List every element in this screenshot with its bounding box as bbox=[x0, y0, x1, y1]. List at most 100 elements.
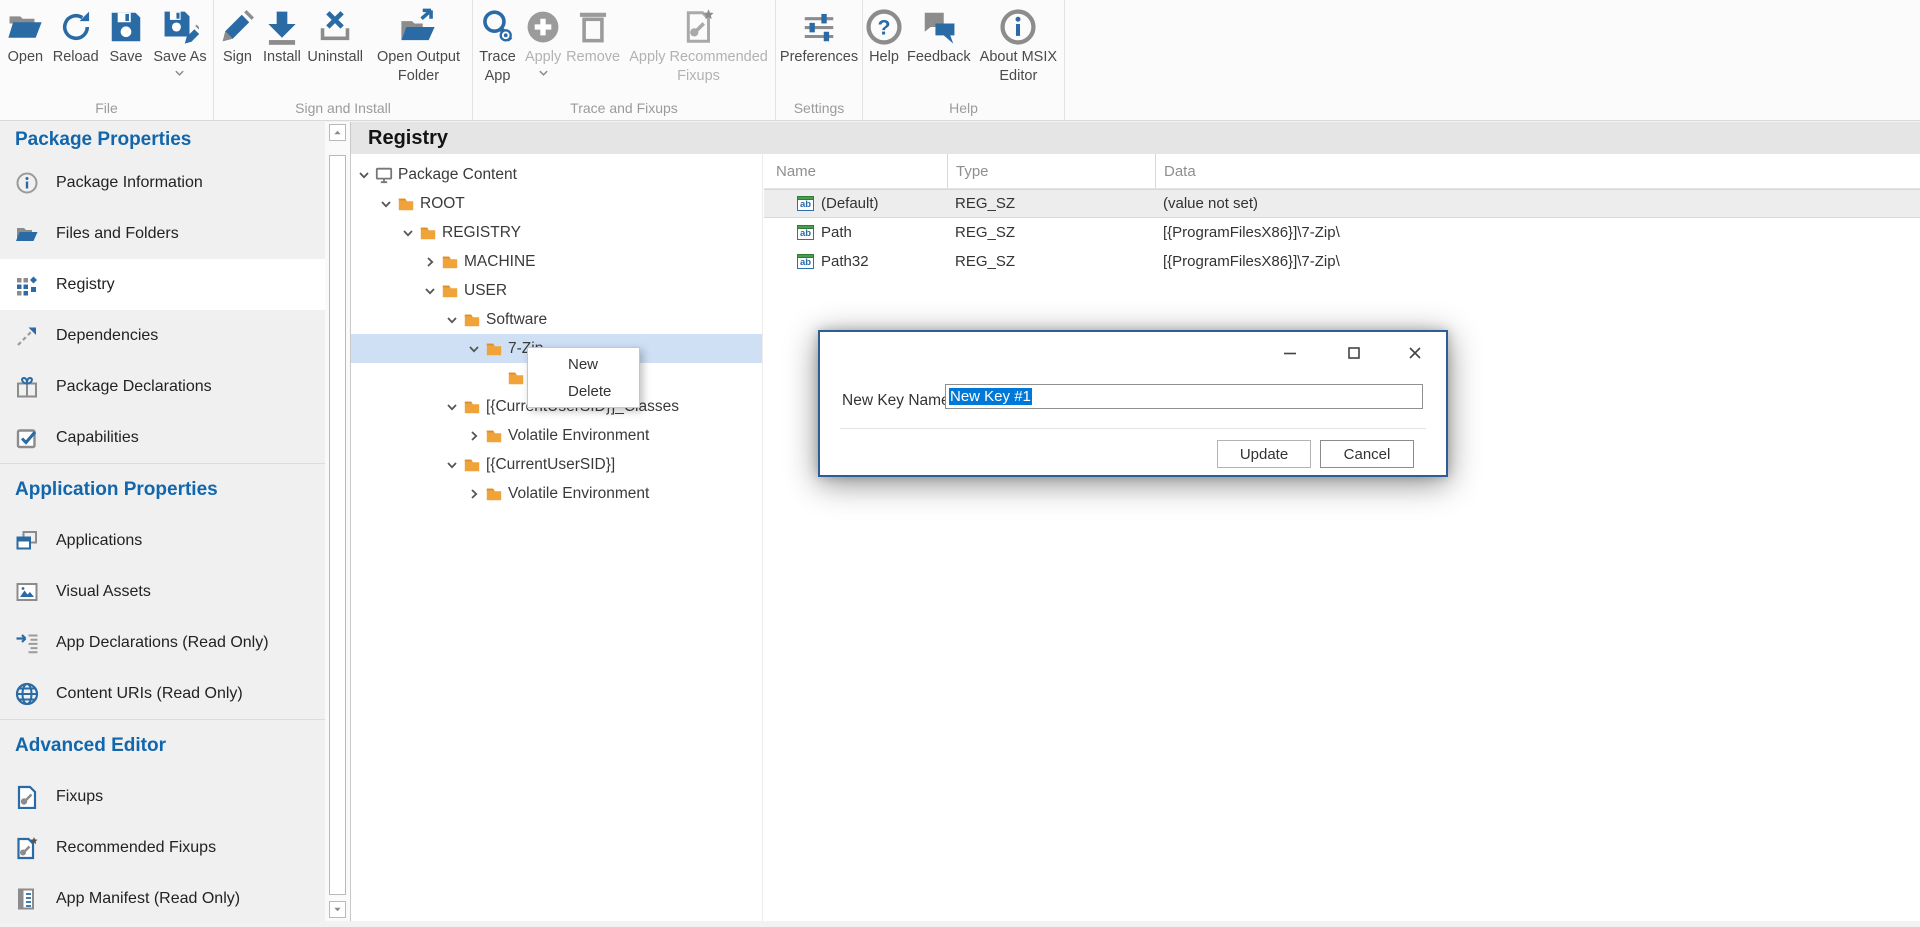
toolbar-button-install[interactable]: Install bbox=[261, 8, 303, 67]
sidebar-item-visual-assets[interactable]: Visual Assets bbox=[0, 566, 325, 617]
sidebar-item-registry[interactable]: Registry bbox=[0, 259, 325, 310]
trace-app-icon bbox=[479, 8, 517, 46]
toolbar-button-label: Trace App bbox=[475, 48, 520, 86]
toolbar-button-label: Open bbox=[8, 48, 43, 67]
toolbar-group-trace-and-fixups: Trace AppApplyRemoveApply Recommended Fi… bbox=[473, 0, 776, 120]
maximize-icon[interactable] bbox=[1344, 343, 1364, 363]
chevron-down-icon[interactable] bbox=[467, 342, 481, 356]
page-title: Registry bbox=[368, 127, 448, 150]
sidebar-item-label: Package Declarations bbox=[56, 378, 212, 396]
save-icon bbox=[107, 8, 145, 46]
chevron-down-icon[interactable] bbox=[445, 313, 459, 327]
tree-item-user-4[interactable]: USER bbox=[351, 276, 762, 305]
chevron-down-icon[interactable] bbox=[401, 226, 415, 240]
column-header-name[interactable]: Name bbox=[764, 154, 947, 188]
tree-item-software-5[interactable]: Software bbox=[351, 305, 762, 334]
toolbar-group-label: File bbox=[0, 100, 213, 116]
toolbar-group-settings: PreferencesSettings bbox=[776, 0, 863, 120]
sidebar-item-capabilities[interactable]: Capabilities bbox=[0, 412, 325, 463]
tree-item-root-1[interactable]: ROOT bbox=[351, 189, 762, 218]
update-button[interactable]: Update bbox=[1217, 440, 1311, 468]
scroll-up-button[interactable] bbox=[329, 124, 346, 141]
value-type: REG_SZ bbox=[947, 253, 1155, 270]
toolbar-button-remove[interactable]: Remove bbox=[564, 8, 622, 67]
toolbar-button-save[interactable]: Save bbox=[105, 8, 147, 67]
scrollbar-thumb[interactable] bbox=[329, 155, 346, 895]
tree-item-machine-3[interactable]: MACHINE bbox=[351, 247, 762, 276]
sidebar-item-fixups[interactable]: Fixups bbox=[0, 771, 325, 822]
toolbar-button-help[interactable]: ?Help bbox=[863, 8, 905, 67]
column-header-data[interactable]: Data bbox=[1155, 154, 1920, 188]
cancel-button[interactable]: Cancel bbox=[1320, 440, 1414, 468]
toolbar-button-apply-recommended-fixups[interactable]: Apply Recommended Fixups bbox=[622, 8, 775, 86]
sidebar-item-applications[interactable]: Applications bbox=[0, 515, 325, 566]
chevron-down-icon[interactable] bbox=[357, 168, 371, 182]
toolbar-button-uninstall[interactable]: Uninstall bbox=[305, 8, 365, 67]
toolbar-button-open-output-folder[interactable]: Open Output Folder bbox=[367, 8, 469, 86]
sidebar-item-content-uris-read-only[interactable]: Content URIs (Read Only) bbox=[0, 668, 325, 719]
tree-item-volatile-environment-11[interactable]: Volatile Environment bbox=[351, 479, 762, 508]
uninstall-icon bbox=[316, 8, 354, 46]
chevron-down-icon[interactable] bbox=[445, 458, 459, 472]
sidebar-item-app-declarations-read-only[interactable]: App Declarations (Read Only) bbox=[0, 617, 325, 668]
toolbar-group-help: ?HelpFeedbackAbout MSIX EditorHelp bbox=[863, 0, 1065, 120]
close-icon[interactable] bbox=[1405, 343, 1425, 363]
scroll-down-button[interactable] bbox=[329, 901, 346, 918]
tree-folder-icon bbox=[485, 340, 503, 358]
content-uris-icon bbox=[15, 682, 39, 706]
sidebar-item-recommended-fixups[interactable]: Recommended Fixups bbox=[0, 822, 325, 873]
context-menu-item-delete[interactable]: Delete bbox=[528, 378, 639, 405]
toolbar-group-sign-and-install: SignInstallUninstallOpen Output FolderSi… bbox=[214, 0, 473, 120]
tree-item-package-content-0[interactable]: Package Content bbox=[351, 160, 762, 189]
chevron-down-icon[interactable] bbox=[445, 400, 459, 414]
toolbar-button-label: Install bbox=[263, 48, 301, 67]
tree-item-volatile-environment-9[interactable]: Volatile Environment bbox=[351, 421, 762, 450]
sign-pencil-icon bbox=[218, 8, 256, 46]
sidebar-item-label: App Declarations (Read Only) bbox=[56, 634, 269, 652]
sidebar-item-package-declarations[interactable]: Package Declarations bbox=[0, 361, 325, 412]
sidebar-item-files-and-folders[interactable]: Files and Folders bbox=[0, 208, 325, 259]
registry-icon bbox=[15, 273, 39, 297]
sidebar-item-label: Content URIs (Read Only) bbox=[56, 685, 243, 703]
tree-folder-icon bbox=[485, 427, 503, 445]
preferences-sliders-icon bbox=[800, 8, 838, 46]
new-key-name-input[interactable]: New Key #1 bbox=[945, 384, 1423, 409]
sidebar-item-app-manifest-read-only[interactable]: App Manifest (Read Only) bbox=[0, 873, 325, 922]
toolbar-button-feedback[interactable]: Feedback bbox=[905, 8, 973, 67]
toolbar-button-about-msix-editor[interactable]: About MSIX Editor bbox=[973, 8, 1064, 86]
toolbar-button-save-as[interactable]: Save As bbox=[151, 8, 208, 77]
sidebar-item-label: Visual Assets bbox=[56, 583, 151, 601]
tree-item-currentusersid-10[interactable]: [{CurrentUserSID}] bbox=[351, 450, 762, 479]
table-row-path[interactable]: abPathREG_SZ[{ProgramFilesX86}]\7-Zip\ bbox=[764, 218, 1920, 247]
tree-item-label: [{CurrentUserSID}] bbox=[486, 456, 615, 474]
toolbar-button-open[interactable]: Open bbox=[4, 8, 46, 67]
chevron-down-icon[interactable] bbox=[423, 284, 437, 298]
toolbar-button-trace-app[interactable]: Trace App bbox=[473, 8, 522, 86]
context-menu-item-new[interactable]: New bbox=[528, 351, 639, 378]
minimize-icon[interactable] bbox=[1280, 343, 1300, 363]
tree-item-registry-2[interactable]: REGISTRY bbox=[351, 218, 762, 247]
sidebar-item-dependencies[interactable]: Dependencies bbox=[0, 310, 325, 361]
string-value-icon: ab bbox=[797, 225, 814, 240]
toolbar-button-reload[interactable]: Reload bbox=[51, 8, 101, 67]
chevron-down-icon[interactable] bbox=[379, 197, 393, 211]
dialog-separator bbox=[840, 428, 1426, 429]
sidebar-section-package-properties: Package PropertiesPackage InformationFil… bbox=[0, 122, 325, 463]
sidebar-scrollbar[interactable] bbox=[325, 122, 350, 921]
sidebar-item-package-information[interactable]: Package Information bbox=[0, 157, 325, 208]
chevron-right-icon[interactable] bbox=[423, 255, 437, 269]
toolbar-button-sign[interactable]: Sign bbox=[216, 8, 258, 67]
reload-icon bbox=[57, 8, 95, 46]
toolbar-button-label: Apply Recommended Fixups bbox=[624, 48, 773, 86]
chevron-right-icon[interactable] bbox=[467, 429, 481, 443]
value-type: REG_SZ bbox=[947, 195, 1155, 212]
chevron-right-icon[interactable] bbox=[467, 487, 481, 501]
table-row-default[interactable]: ab(Default)REG_SZ(value not set) bbox=[764, 189, 1920, 218]
tree-folder-icon bbox=[397, 195, 415, 213]
string-value-icon: ab bbox=[797, 196, 814, 211]
toolbar-button-apply[interactable]: Apply bbox=[522, 8, 564, 77]
toolbar-button-preferences[interactable]: Preferences bbox=[778, 8, 860, 67]
table-row-path32[interactable]: abPath32REG_SZ[{ProgramFilesX86}]\7-Zip\ bbox=[764, 247, 1920, 276]
table-body: ab(Default)REG_SZ(value not set)abPathRE… bbox=[764, 189, 1920, 276]
column-header-type[interactable]: Type bbox=[947, 154, 1155, 188]
